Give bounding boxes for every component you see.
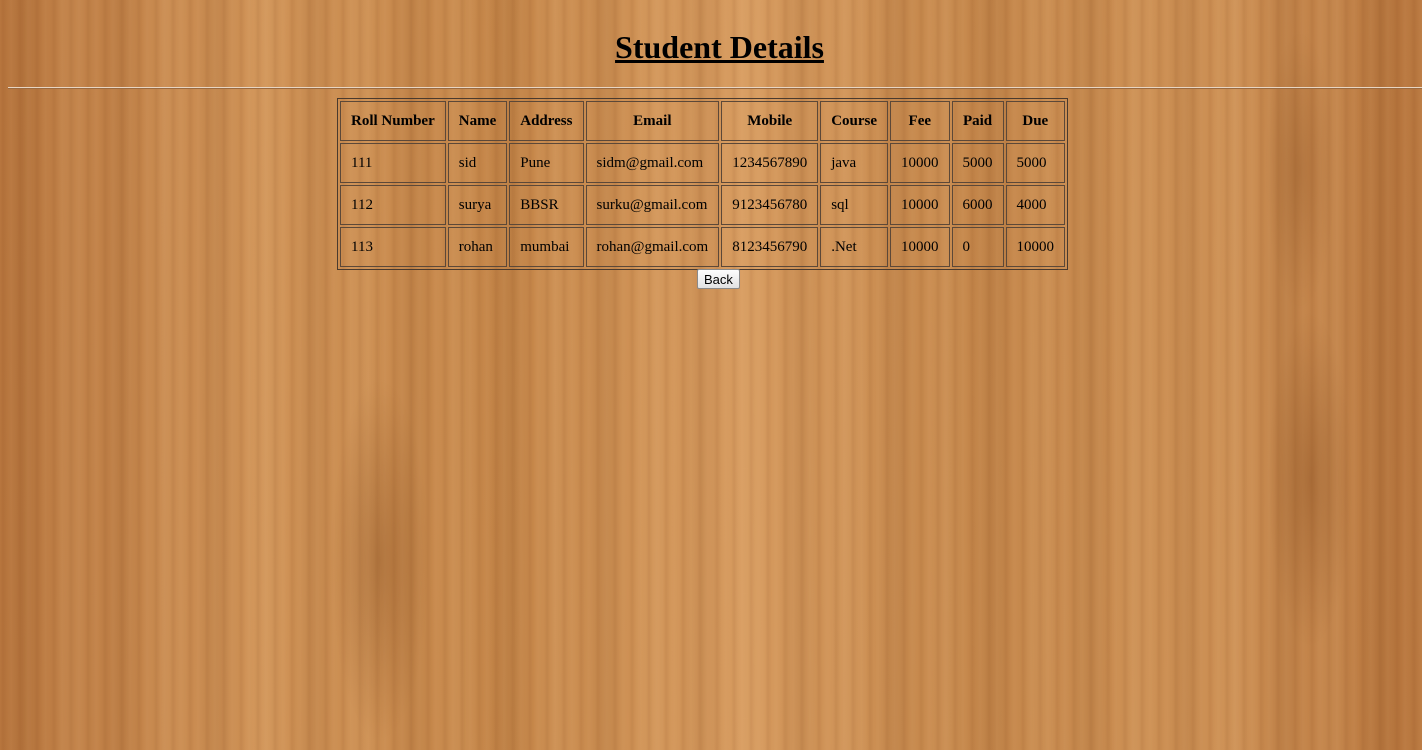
back-button-container: Back [697, 269, 740, 289]
title-divider [8, 87, 1422, 89]
cell-mobile: 8123456790 [721, 227, 819, 267]
cell-fee: 10000 [890, 143, 950, 183]
student-details-table: Roll Number Name Address Email Mobile Co… [337, 98, 1069, 270]
header-name: Name [447, 101, 508, 141]
cell-paid: 6000 [951, 185, 1004, 225]
header-address: Address [509, 101, 584, 141]
cell-name: rohan [447, 227, 508, 267]
header-fee: Fee [890, 101, 950, 141]
cell-paid: 0 [951, 227, 1004, 267]
page-title: Student Details [615, 29, 824, 65]
table-row: 112 surya BBSR surku@gmail.com 912345678… [340, 185, 1066, 225]
cell-email: surku@gmail.com [585, 185, 720, 225]
header-roll-number: Roll Number [340, 101, 446, 141]
table-header-row: Roll Number Name Address Email Mobile Co… [340, 101, 1066, 141]
table-row: 111 sid Pune sidm@gmail.com 1234567890 j… [340, 143, 1066, 183]
cell-roll-number: 113 [340, 227, 446, 267]
cell-course: sql [820, 185, 889, 225]
cell-email: rohan@gmail.com [585, 227, 720, 267]
header-mobile: Mobile [721, 101, 819, 141]
cell-roll-number: 112 [340, 185, 446, 225]
cell-course: .Net [820, 227, 889, 267]
header-paid: Paid [951, 101, 1004, 141]
cell-address: Pune [509, 143, 584, 183]
cell-paid: 5000 [951, 143, 1004, 183]
cell-address: mumbai [509, 227, 584, 267]
cell-due: 4000 [1005, 185, 1066, 225]
cell-fee: 10000 [890, 227, 950, 267]
cell-due: 10000 [1005, 227, 1066, 267]
cell-name: sid [447, 143, 508, 183]
header-email: Email [585, 101, 720, 141]
cell-course: java [820, 143, 889, 183]
cell-mobile: 1234567890 [721, 143, 819, 183]
header-due: Due [1005, 101, 1066, 141]
table-row: 113 rohan mumbai rohan@gmail.com 8123456… [340, 227, 1066, 267]
student-table-container: Roll Number Name Address Email Mobile Co… [337, 98, 1069, 270]
header-course: Course [820, 101, 889, 141]
back-button[interactable]: Back [697, 269, 740, 289]
cell-fee: 10000 [890, 185, 950, 225]
cell-roll-number: 111 [340, 143, 446, 183]
cell-name: surya [447, 185, 508, 225]
cell-address: BBSR [509, 185, 584, 225]
cell-email: sidm@gmail.com [585, 143, 720, 183]
cell-due: 5000 [1005, 143, 1066, 183]
cell-mobile: 9123456780 [721, 185, 819, 225]
